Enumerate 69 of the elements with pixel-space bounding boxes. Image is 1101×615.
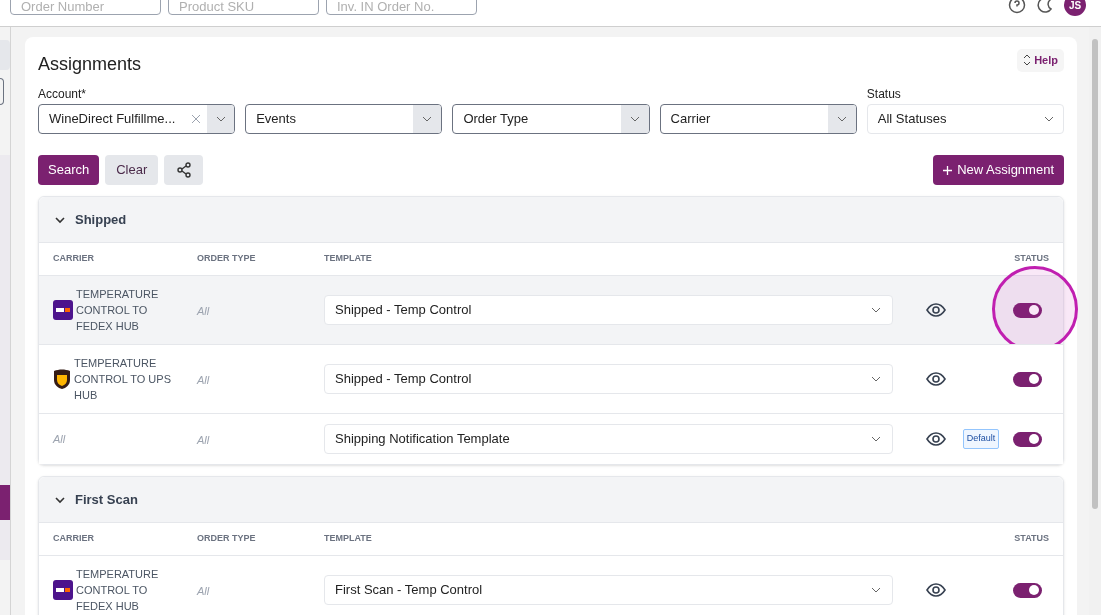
eye-icon[interactable] bbox=[926, 432, 946, 446]
column-header: ORDER TYPE bbox=[197, 532, 257, 546]
select-field[interactable]: Order Type bbox=[452, 104, 650, 134]
chevron-icon bbox=[55, 214, 65, 225]
field-label: Status bbox=[866, 86, 901, 102]
template-select[interactable]: Shipping Notification Template bbox=[324, 424, 893, 454]
new-assignment-button[interactable]: New Assignment bbox=[933, 155, 1064, 185]
order-type: All bbox=[197, 585, 210, 597]
sort-icon bbox=[1023, 54, 1032, 67]
help-button[interactable]: Help bbox=[1017, 49, 1064, 72]
carrier-name: All bbox=[53, 431, 66, 447]
select-placeholder: Order Type bbox=[462, 110, 530, 129]
field-label: Account* bbox=[38, 86, 87, 102]
carrier-name: TEMPERATURE CONTROL TO UPS HUB bbox=[74, 356, 172, 403]
template-select[interactable]: Shipped - Temp Control bbox=[324, 295, 893, 325]
section-title: First Scan bbox=[75, 490, 138, 509]
carrier-name: TEMPERATURE CONTROL TO FEDEX HUB bbox=[76, 567, 160, 614]
eye-icon[interactable] bbox=[926, 583, 946, 597]
section-header[interactable]: Shipped bbox=[39, 197, 1063, 242]
status-toggle[interactable] bbox=[1013, 302, 1042, 318]
carrier-name: TEMPERATURE CONTROL TO FEDEX HUB bbox=[76, 287, 160, 334]
select-field[interactable]: Events bbox=[245, 104, 443, 134]
template-value: Shipping Notification Template bbox=[335, 430, 510, 449]
column-header: ORDER TYPE bbox=[197, 252, 257, 266]
template-value: Shipped - Temp Control bbox=[335, 370, 472, 389]
carrier-logo-icon bbox=[53, 580, 73, 600]
order-type: All bbox=[197, 305, 210, 317]
search-field[interactable]: Product SKU bbox=[168, 0, 319, 15]
select-value: WineDirect Fulfillme... bbox=[48, 110, 177, 129]
status-toggle[interactable] bbox=[1013, 371, 1042, 387]
select-placeholder: Events bbox=[255, 110, 297, 129]
template-value: Shipped - Temp Control bbox=[335, 301, 472, 320]
status-toggle[interactable] bbox=[1013, 431, 1042, 447]
template-value: First Scan - Temp Control bbox=[335, 581, 483, 600]
plus-icon bbox=[943, 165, 953, 175]
column-header: STATUS bbox=[1014, 252, 1049, 266]
select-placeholder: Carrier bbox=[669, 110, 712, 129]
shield-logo-icon bbox=[53, 368, 71, 390]
column-header: CARRIER bbox=[53, 532, 95, 546]
search-button[interactable]: Search bbox=[38, 155, 100, 185]
search-field[interactable]: Order Number bbox=[10, 0, 161, 15]
section-title: Shipped bbox=[75, 210, 127, 229]
share-icon bbox=[175, 162, 192, 178]
eye-icon[interactable] bbox=[926, 303, 946, 317]
default-badge: Default bbox=[962, 429, 1000, 449]
share-button[interactable] bbox=[164, 155, 204, 185]
section-header[interactable]: First Scan bbox=[39, 477, 1063, 522]
eye-icon[interactable] bbox=[926, 372, 946, 386]
template-select[interactable]: Shipped - Temp Control bbox=[324, 364, 893, 394]
status-toggle[interactable] bbox=[1013, 582, 1042, 598]
column-header: TEMPLATE bbox=[324, 252, 373, 266]
select-value: All Statuses bbox=[876, 110, 948, 129]
moon-icon[interactable] bbox=[1036, 0, 1054, 14]
page-title: Assignments bbox=[38, 53, 142, 76]
select-field[interactable]: WineDirect Fulfillme... bbox=[38, 104, 236, 134]
help-icon[interactable] bbox=[1008, 0, 1026, 14]
column-header: STATUS bbox=[1014, 532, 1049, 546]
column-header: CARRIER bbox=[53, 252, 95, 266]
search-field[interactable]: Inv. IN Order No. bbox=[326, 0, 477, 15]
order-type: All bbox=[197, 374, 210, 386]
template-select[interactable]: First Scan - Temp Control bbox=[324, 575, 893, 605]
user-avatar[interactable]: JS bbox=[1064, 0, 1086, 16]
select-field[interactable]: All Statuses bbox=[866, 104, 1064, 134]
clear-button[interactable]: Clear bbox=[105, 155, 159, 185]
column-header: TEMPLATE bbox=[324, 532, 373, 546]
carrier-logo-icon bbox=[53, 300, 73, 320]
select-field[interactable]: Carrier bbox=[659, 104, 857, 134]
order-type: All bbox=[197, 434, 210, 446]
chevron-icon bbox=[55, 494, 65, 505]
